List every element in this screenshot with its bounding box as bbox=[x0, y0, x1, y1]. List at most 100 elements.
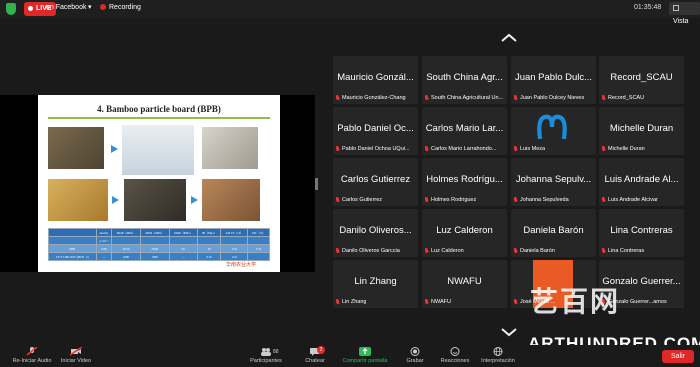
participant-display-name: Luis Andrade Al... bbox=[604, 174, 679, 185]
table-cell: 28.50 bbox=[111, 244, 141, 253]
recording-label: Recording bbox=[109, 4, 141, 11]
participant-name-label: Pablo Daniel Ochoa UQui... bbox=[336, 146, 410, 152]
muted-mic-icon bbox=[514, 95, 518, 101]
flow-arrow-2 bbox=[112, 196, 119, 204]
chevron-down-icon[interactable]: ▾ bbox=[88, 3, 92, 11]
participant-tile[interactable]: Mauricio Gonzál... Mauricio González-Chan… bbox=[333, 56, 418, 104]
record-label: Grabar bbox=[406, 358, 424, 364]
board-photo-2 bbox=[202, 179, 260, 221]
participant-label-text: Johanna Sepulveda bbox=[520, 197, 569, 203]
table-cell: MOR（MPa） bbox=[111, 228, 141, 237]
muted-mic-icon bbox=[336, 146, 340, 152]
participants-count: 88 bbox=[273, 349, 279, 355]
participant-tile[interactable]: Record_SCAU Record_SCAU bbox=[599, 56, 684, 104]
muted-mic-icon bbox=[336, 299, 340, 305]
table-cell bbox=[197, 236, 222, 245]
chevron-up-icon[interactable] bbox=[500, 33, 518, 43]
participant-tile[interactable]: Luz Calderon Luz Calderon bbox=[422, 209, 507, 257]
table-cell: 24h TS（%） bbox=[220, 228, 249, 237]
record-icon bbox=[410, 347, 420, 356]
top-bar: LIVE en Facebook ▾ Recording 01:35:48 Vi… bbox=[0, 0, 700, 25]
participant-tile[interactable]: Juan Pablo Dulc... Juan Pablo Dulcey Niev… bbox=[511, 56, 596, 104]
table-cell: 62 bbox=[197, 244, 222, 253]
security-shield-icon[interactable] bbox=[6, 3, 16, 15]
table-cell: — bbox=[168, 252, 199, 261]
participant-display-name: South China Agr... bbox=[426, 72, 503, 83]
view-label: Vista bbox=[673, 18, 689, 25]
globe-icon bbox=[493, 347, 503, 356]
table-cell: 1800 bbox=[139, 252, 170, 261]
table-cell: 62 bbox=[168, 244, 199, 253]
splitter-handle[interactable] bbox=[315, 178, 318, 190]
muted-mic-icon bbox=[26, 347, 38, 356]
participant-name-label: Lin Zhang bbox=[336, 299, 366, 305]
participant-tile[interactable]: Luis Andrade Al... Luis Andrade Alcivar bbox=[599, 158, 684, 206]
table-cell: 5.74 bbox=[247, 244, 270, 253]
avatar-logo-icon bbox=[537, 114, 567, 140]
table-cell: LY/T 1380-2010 (FKB · 2) bbox=[48, 252, 97, 261]
participant-tile[interactable]: Michelle Duran Michelle Duran bbox=[599, 107, 684, 155]
participant-display-name: Lin Zhang bbox=[354, 276, 397, 287]
table-cell: 2280 bbox=[111, 252, 141, 261]
muted-mic-icon bbox=[602, 95, 606, 101]
view-button[interactable]: Vista bbox=[669, 2, 700, 25]
participant-name-label: Carlos Gutierrez bbox=[336, 197, 382, 203]
flow-arrow-1 bbox=[111, 145, 118, 153]
participant-name-label: Record_SCAU bbox=[602, 95, 644, 101]
participant-label-text: Daniela Barón bbox=[520, 248, 555, 254]
table-cell: 12.9 bbox=[220, 244, 249, 253]
participant-tile[interactable]: Carlos Gutierrez Carlos Gutierrez bbox=[333, 158, 418, 206]
participant-label-text: Juan Pablo Dulcey Nieves bbox=[520, 95, 585, 101]
participant-name-label: Lina Contreras bbox=[602, 248, 644, 254]
slide-title: 4. Bamboo particle board (BPB) bbox=[97, 104, 221, 114]
smiley-icon bbox=[450, 347, 460, 356]
shared-screen: 4. Bamboo particle board (BPB) density MO… bbox=[0, 95, 315, 272]
participant-tile[interactable]: Lin Zhang Lin Zhang bbox=[333, 260, 418, 308]
muted-mic-icon bbox=[336, 95, 340, 101]
table-cell: 28.80 bbox=[139, 244, 170, 253]
participant-label-text: Mauricio González-Chang bbox=[342, 95, 406, 101]
participant-label-text: Holmes Rodriguez bbox=[431, 197, 477, 203]
participant-tile[interactable]: Pablo Daniel Oc... Pablo Daniel Ochoa UQu… bbox=[333, 107, 418, 155]
muted-mic-icon bbox=[425, 248, 429, 254]
participant-tile[interactable]: NWAFU NWAFU bbox=[422, 260, 507, 308]
participant-tile[interactable]: Carlos Mario Lar... Carlos Mario Larrahon… bbox=[422, 107, 507, 155]
participant-tile[interactable]: Daniela Barón Daniela Barón bbox=[511, 209, 596, 257]
video-button[interactable]: Iniciar Video bbox=[46, 347, 106, 364]
participant-tile[interactable]: Lina Contreras Lina Contreras bbox=[599, 209, 684, 257]
participant-name-label: Mauricio González-Chang bbox=[336, 95, 406, 101]
leave-button[interactable]: Salir bbox=[662, 350, 694, 363]
table-cell: MOE（MPa） bbox=[168, 228, 199, 237]
participant-name-label: South China Agricultural Un... bbox=[425, 95, 503, 101]
board-photo-1 bbox=[202, 127, 258, 169]
participant-display-name: Johanna Sepulv... bbox=[515, 174, 592, 185]
participant-tile[interactable]: Luis Meza bbox=[511, 107, 596, 155]
video-label: Iniciar Video bbox=[60, 358, 92, 364]
participant-name-label: Carlos Mario Larrahondo... bbox=[425, 146, 496, 152]
participant-tile[interactable]: South China Agr... South China Agricultur… bbox=[422, 56, 507, 104]
participant-display-name: Pablo Daniel Oc... bbox=[337, 123, 414, 134]
table-cell bbox=[247, 252, 270, 261]
stream-target[interactable]: en Facebook bbox=[46, 4, 86, 11]
interpretation-button[interactable]: Interpretación bbox=[468, 347, 528, 364]
table-cell: 15.0 bbox=[220, 252, 249, 261]
table-cell bbox=[48, 228, 97, 237]
participant-tile[interactable]: Johanna Sepulv... Johanna Sepulveda bbox=[511, 158, 596, 206]
participant-tile[interactable]: Holmes Rodrígu... Holmes Rodriguez bbox=[422, 158, 507, 206]
slide-divider bbox=[48, 117, 270, 119]
muted-mic-icon bbox=[425, 146, 429, 152]
participants-label: Participantes bbox=[250, 358, 282, 364]
participant-display-name: Juan Pablo Dulc... bbox=[514, 72, 593, 83]
participant-name-label: Luis Meza bbox=[514, 146, 545, 152]
muted-mic-icon bbox=[336, 248, 340, 254]
participant-tile[interactable]: Danilo Oliveros... Danilo Oliveros Garcci… bbox=[333, 209, 418, 257]
chat-badge: 2 bbox=[317, 346, 325, 354]
muted-mic-icon bbox=[425, 197, 429, 203]
participant-name-label: Daniela Barón bbox=[514, 248, 555, 254]
bamboo-photo-2 bbox=[48, 179, 108, 221]
participant-label-text: Carlos Mario Larrahondo... bbox=[431, 146, 497, 152]
table-cell: BPB bbox=[48, 244, 97, 253]
participant-label-text: Luis Andrade Alcivar bbox=[608, 197, 658, 203]
chevron-down-icon[interactable] bbox=[500, 327, 518, 337]
participant-display-name: Carlos Mario Lar... bbox=[425, 123, 504, 134]
